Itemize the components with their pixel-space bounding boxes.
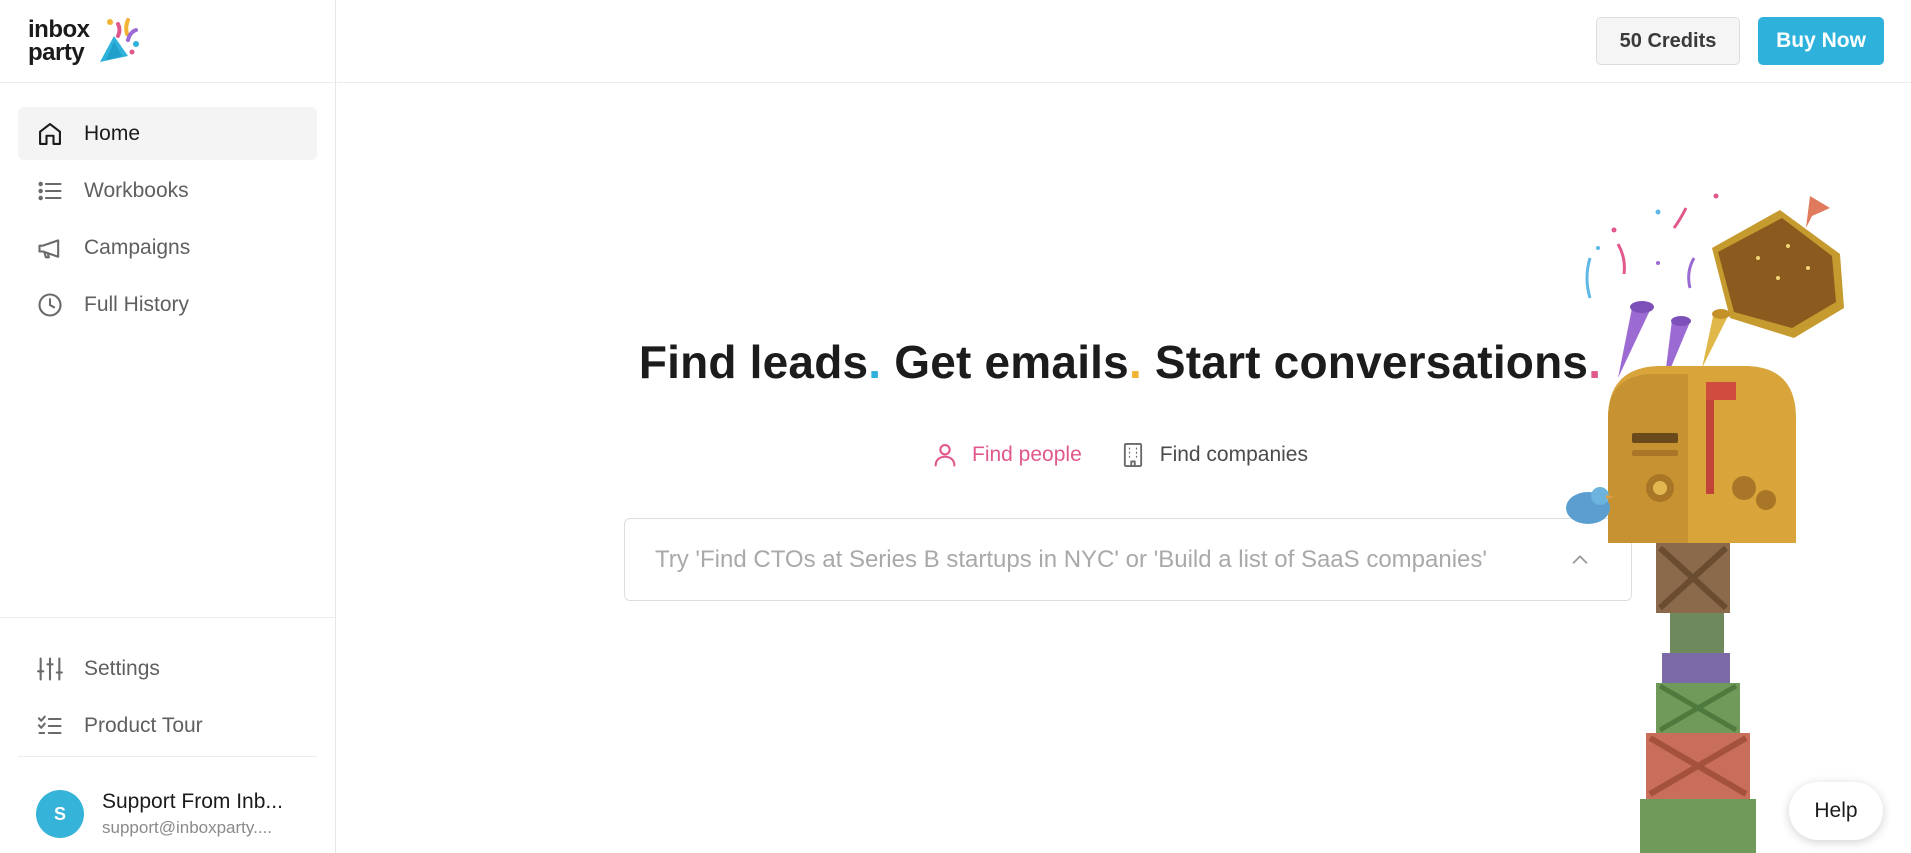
megaphone-icon [35, 233, 65, 263]
sidebar-nav: Home Workbooks Campaigns Full History [18, 107, 317, 335]
user-info: Support From Inb... support@inboxparty..… [102, 790, 283, 838]
credits-button[interactable]: 50 Credits [1596, 17, 1740, 65]
tab-label: Find companies [1159, 443, 1308, 466]
tab-find-companies[interactable]: Find companies [1118, 440, 1308, 470]
sidebar-item-workbooks[interactable]: Workbooks [18, 164, 317, 217]
search-input[interactable] [655, 519, 1555, 600]
sidebar-item-label: Settings [84, 656, 160, 680]
tab-find-people[interactable]: Find people [930, 440, 1082, 470]
user-profile[interactable]: S Support From Inb... support@inboxparty… [36, 786, 326, 842]
user-email: support@inboxparty.... [102, 818, 273, 837]
sidebar-bottom-divider [0, 617, 336, 618]
sidebar-item-label: Product Tour [84, 713, 203, 737]
home-icon [35, 119, 65, 149]
sidebar: inbox party Home Workbooks Campaigns Ful… [0, 0, 336, 853]
tab-label: Find people [972, 443, 1082, 466]
sidebar-item-campaigns[interactable]: Campaigns [18, 221, 317, 274]
heading-dot: . [868, 336, 882, 388]
party-popper-icon [100, 18, 139, 62]
hero-heading: Find leads. Get emails. Start conversati… [620, 335, 1620, 389]
building-icon [1118, 440, 1148, 470]
sidebar-item-label: Full History [84, 292, 190, 316]
avatar: S [36, 790, 84, 838]
sidebar-item-home[interactable]: Home [18, 107, 317, 160]
search-box [624, 518, 1632, 601]
brand-wordmark: inbox party [28, 16, 90, 66]
clock-icon [35, 290, 65, 320]
sliders-icon [35, 654, 65, 684]
sidebar-item-label: Campaigns [84, 235, 191, 259]
sidebar-item-label: Workbooks [84, 178, 189, 202]
sidebar-bottom-nav: Settings Product Tour [18, 642, 317, 756]
mailbox-illustration [1566, 193, 1844, 853]
sidebar-item-label: Home [84, 121, 141, 145]
sidebar-top-divider [0, 82, 336, 83]
search-mode-tabs: Find people Find companies [930, 434, 1344, 476]
user-divider [18, 756, 317, 757]
heading-dot: . [1128, 336, 1142, 388]
sidebar-item-settings[interactable]: Settings [18, 642, 317, 695]
buy-now-button[interactable]: Buy Now [1758, 17, 1884, 65]
app-root: inbox party Home Workbooks Campaigns Ful… [0, 0, 1911, 853]
sidebar-item-full-history[interactable]: Full History [18, 278, 317, 331]
person-icon [930, 440, 960, 470]
checklist-icon [35, 711, 65, 741]
help-button[interactable]: Help [1789, 782, 1883, 840]
user-name: Support From Inb... [102, 790, 283, 813]
page-title: Find leads. Get emails. Start conversati… [638, 336, 1602, 388]
list-icon [35, 176, 65, 206]
brand-logo[interactable]: inbox party [28, 16, 140, 66]
sidebar-item-product-tour[interactable]: Product Tour [18, 699, 317, 752]
